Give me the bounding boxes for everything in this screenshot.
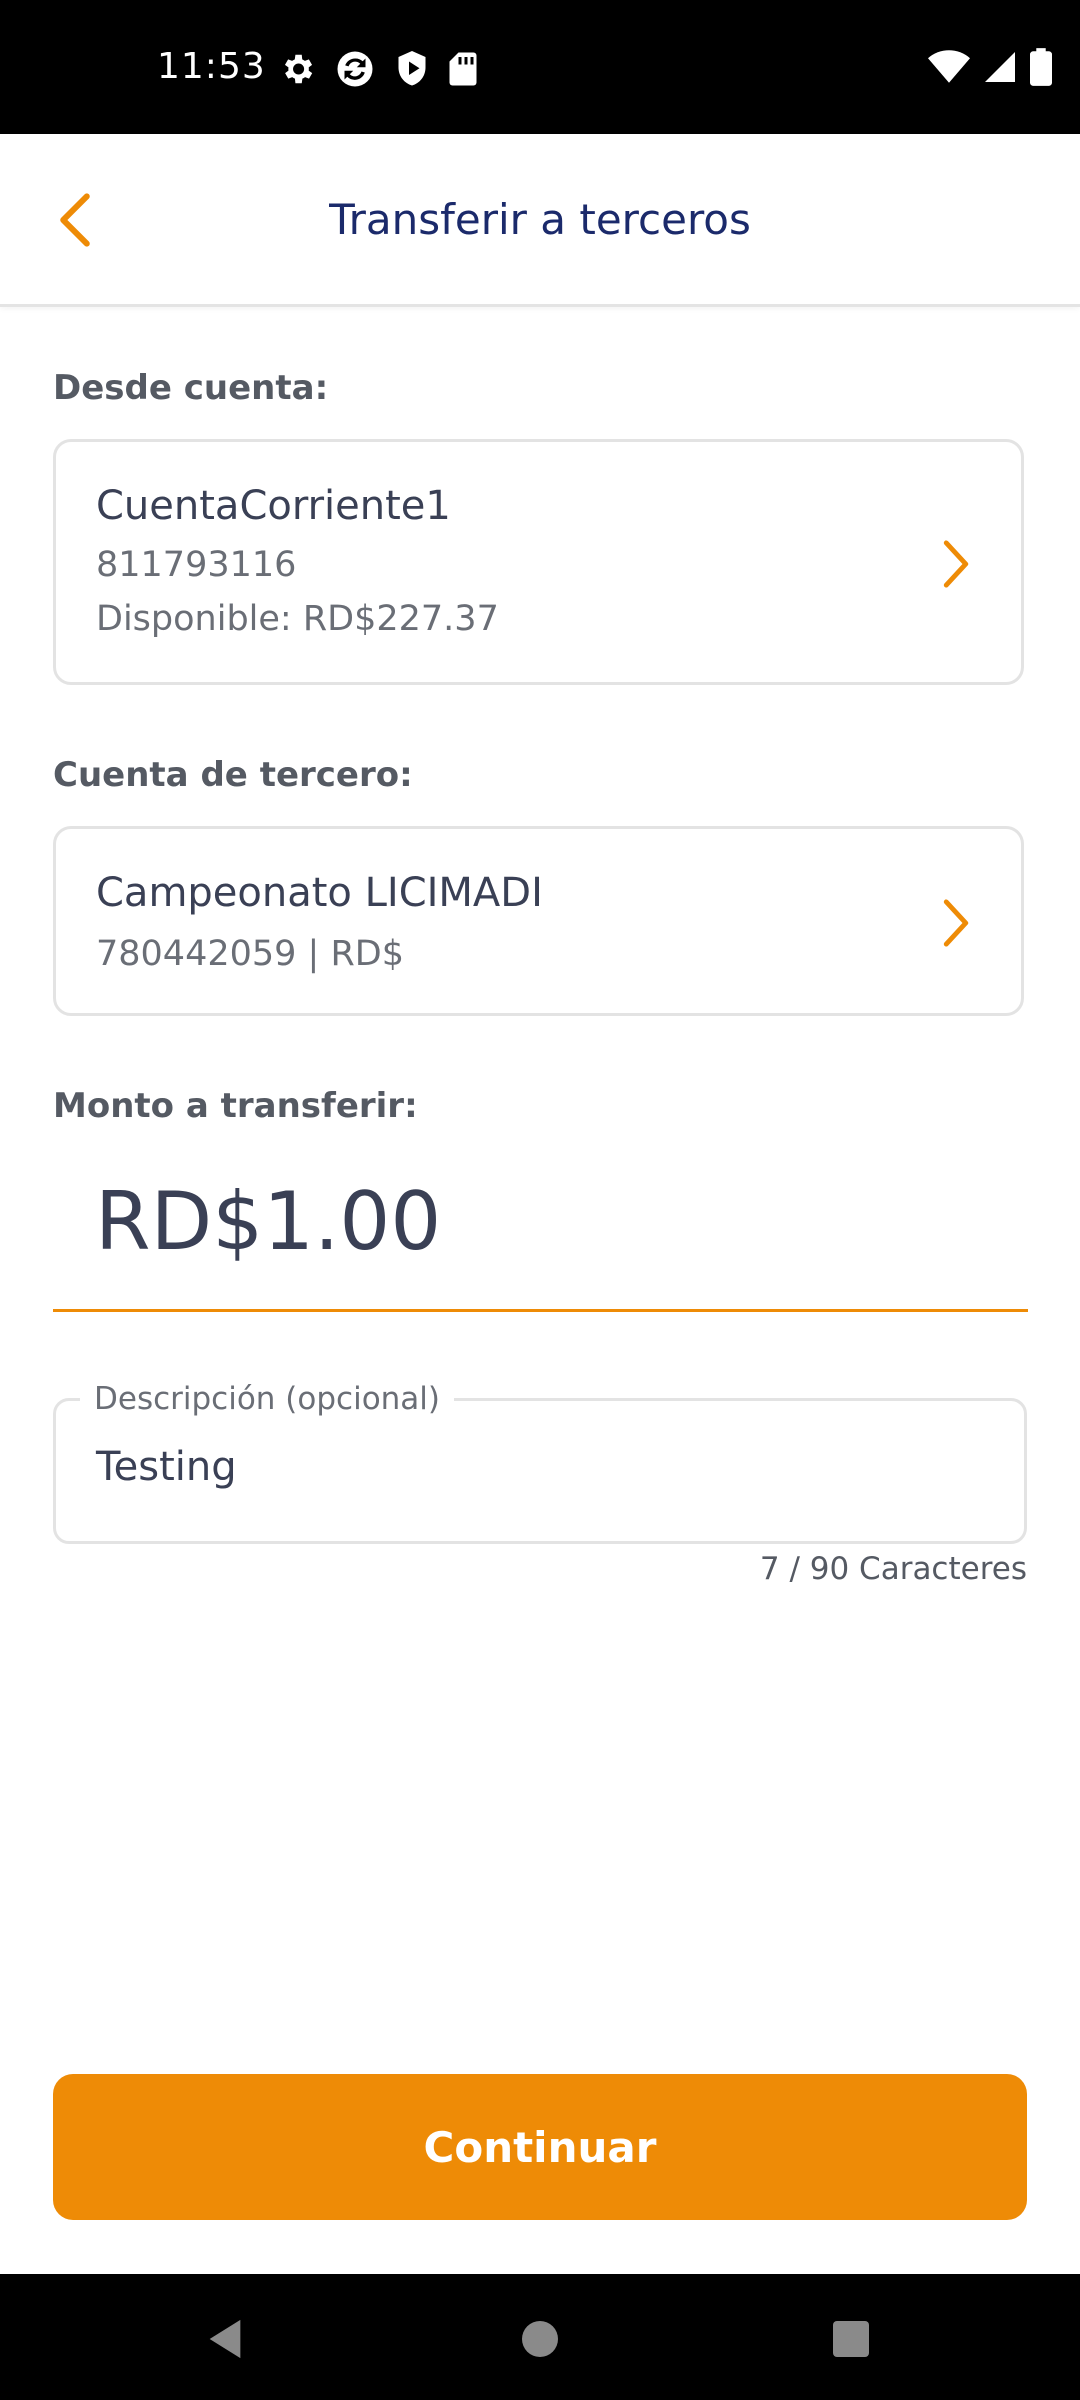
to-account-name: Campeonato LICIMADI [96, 870, 543, 916]
to-account-card[interactable]: Campeonato LICIMADI 780442059 | RD$ [53, 826, 1024, 1016]
page-title: Transferir a terceros [329, 195, 751, 244]
cell-signal-icon [985, 52, 1015, 82]
nav-recents-button[interactable] [811, 2304, 891, 2374]
to-account-details: 780442059 | RD$ [96, 934, 404, 974]
description-value: Testing [96, 1444, 237, 1490]
from-account-label: Desde cuenta: [53, 368, 329, 408]
status-time: 11:53 [157, 46, 266, 87]
wifi-icon [928, 50, 970, 83]
amount-underline [53, 1309, 1028, 1312]
continue-button[interactable]: Continuar [53, 2074, 1027, 2220]
system-nav-bar [0, 2274, 1080, 2400]
header-divider [0, 304, 1080, 307]
square-recents-icon [833, 2321, 869, 2357]
amount-label: Monto a transferir: [53, 1086, 418, 1126]
from-account-name: CuentaCorriente1 [96, 483, 451, 529]
sync-icon [337, 51, 373, 87]
sd-card-icon [449, 52, 477, 86]
from-account-card[interactable]: CuentaCorriente1 811793116 Disponible: R… [53, 439, 1024, 685]
from-account-available: Disponible: RD$227.37 [96, 599, 499, 639]
gear-icon [284, 54, 313, 84]
chevron-right-icon [931, 534, 981, 594]
triangle-back-icon [209, 2319, 241, 2359]
amount-input[interactable]: RD$1.00 [95, 1172, 995, 1272]
nav-back-button[interactable] [185, 2304, 265, 2374]
battery-icon [1030, 48, 1052, 86]
to-account-label: Cuenta de tercero: [53, 755, 413, 795]
circle-home-icon [522, 2321, 558, 2357]
status-icons-right [928, 48, 1052, 86]
status-bar: 11:53 [0, 0, 1080, 134]
from-account-number: 811793116 [96, 545, 297, 585]
status-icons-left [278, 48, 478, 90]
character-counter: 7 / 90 Caracteres [759, 1551, 1027, 1587]
nav-home-button[interactable] [500, 2304, 580, 2374]
description-label: Descripción (opcional) [80, 1378, 455, 1420]
chevron-right-icon [931, 893, 981, 953]
shield-play-icon [398, 51, 426, 86]
